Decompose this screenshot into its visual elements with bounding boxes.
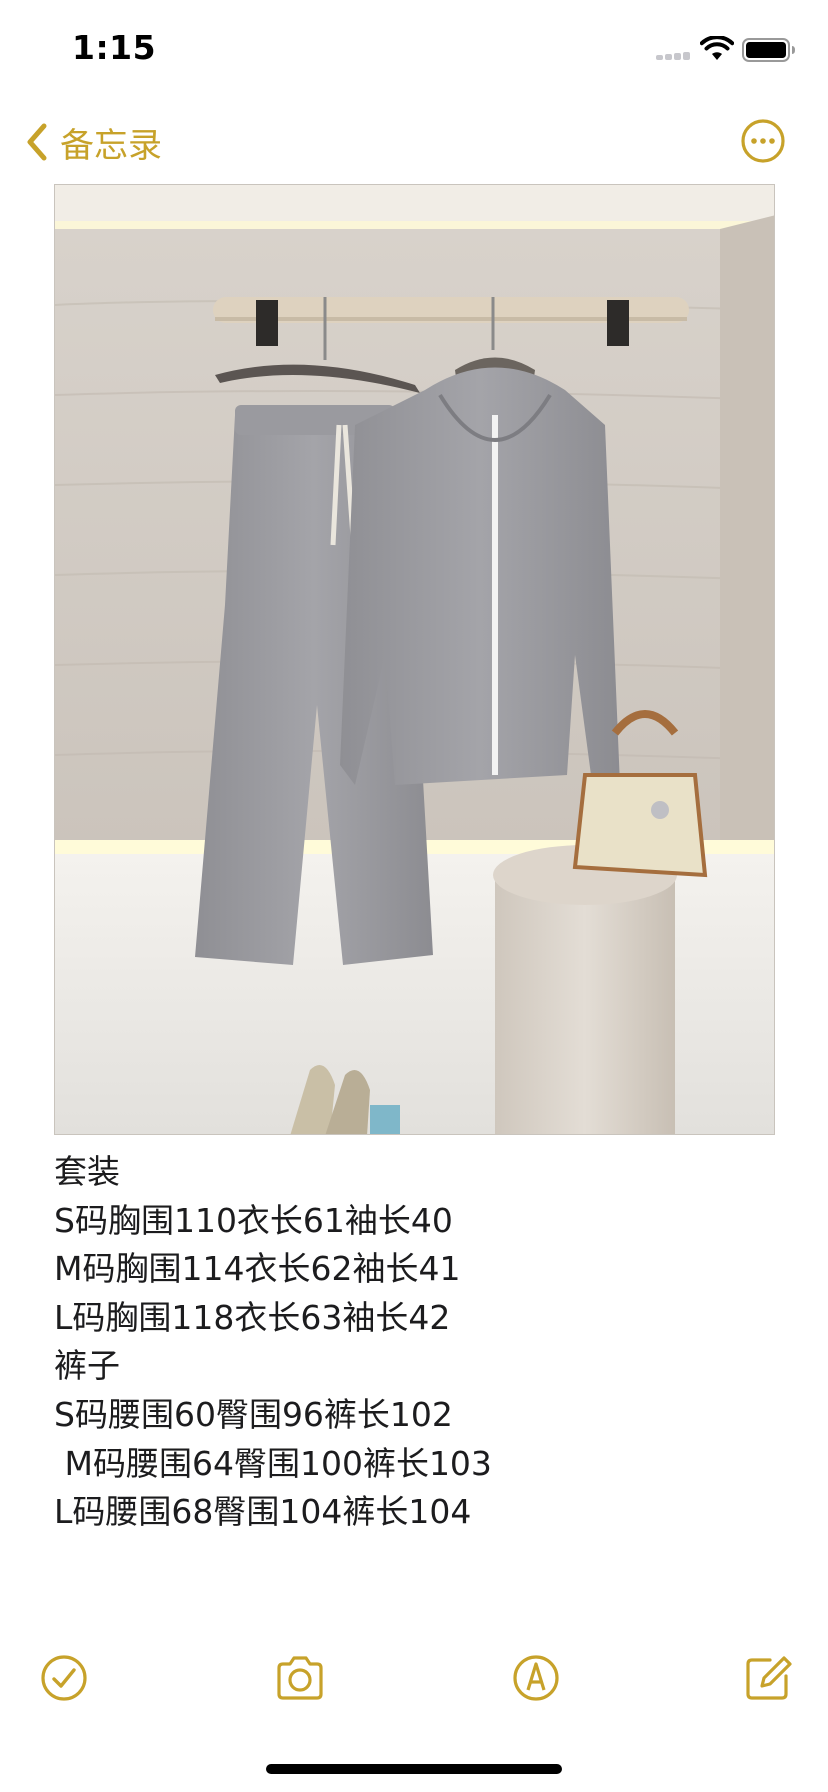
compose-icon[interactable]	[740, 1650, 796, 1706]
ellipsis-circle-icon[interactable]	[740, 118, 786, 164]
bottom-toolbar	[0, 1650, 828, 1710]
note-line-pants-heading: 裤子	[54, 1346, 120, 1386]
wifi-icon	[700, 36, 734, 60]
status-bar: 1:15	[0, 0, 828, 100]
camera-icon[interactable]	[272, 1650, 328, 1706]
note-line-pants-size-m: M码腰围64臀围100裤长103	[54, 1443, 492, 1483]
back-button[interactable]: 备忘录	[22, 118, 162, 166]
note-line-top-size-s: S码胸围110衣长61袖长40	[54, 1200, 453, 1240]
markup-pen-icon[interactable]	[508, 1650, 564, 1706]
back-label: 备忘录	[60, 125, 162, 166]
navigation-bar: 备忘录	[0, 100, 828, 184]
home-indicator[interactable]	[266, 1764, 562, 1774]
checklist-icon[interactable]	[36, 1650, 92, 1706]
note-line-set-heading: 套装	[54, 1152, 120, 1191]
battery-icon	[742, 38, 795, 62]
note-line-top-size-m: M码胸围114衣长62袖长41	[54, 1249, 461, 1289]
note-line-pants-size-s: S码腰围60臀围96裤长102	[54, 1394, 453, 1434]
cellular-signal-icon	[656, 50, 694, 60]
note-photo[interactable]	[54, 184, 775, 1135]
note-body[interactable]: 套装 S码胸围110衣长61袖长40 M码胸围114衣长62袖长41 L码胸围1…	[54, 1148, 774, 1537]
note-line-top-size-l: L码胸围118衣长63袖长42	[54, 1297, 451, 1337]
clothing-photo-image	[55, 185, 774, 1134]
chevron-left-icon	[27, 123, 47, 161]
note-line-pants-size-l: L码腰围68臀围104裤长104	[54, 1492, 472, 1532]
status-time: 1:15	[72, 28, 157, 67]
